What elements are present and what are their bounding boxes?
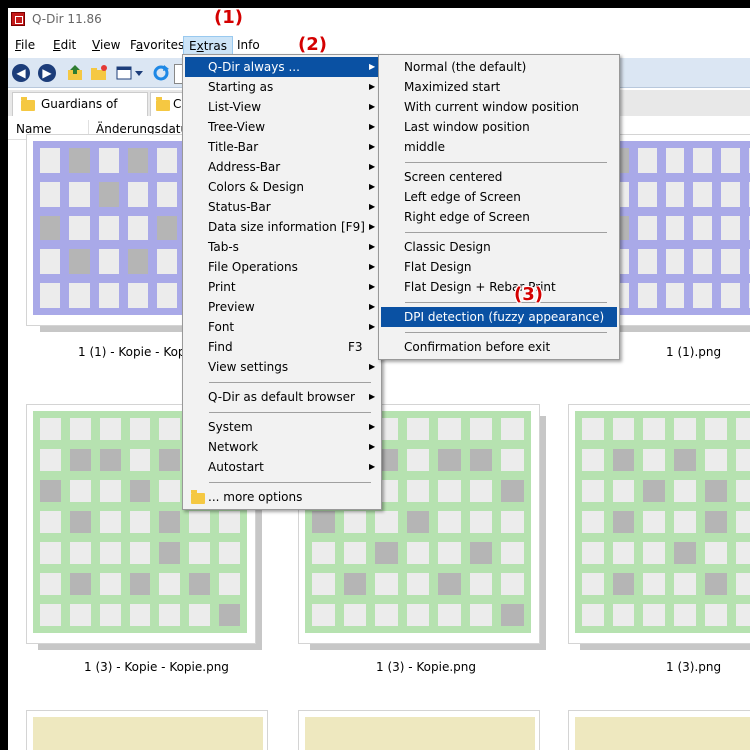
submenu-item-normal[interactable]: Normal (the default) bbox=[381, 57, 617, 77]
menu-item-view-settings[interactable]: View settings ▶ bbox=[185, 357, 379, 377]
menu-separator bbox=[405, 302, 607, 303]
submenu-item-flat-design[interactable]: Flat Design bbox=[381, 257, 617, 277]
annotation-2: (2) bbox=[298, 34, 327, 55]
file-name: 1 (3).png bbox=[666, 660, 722, 674]
submenu-item-middle[interactable]: middle bbox=[381, 137, 617, 157]
file-name: 1 (3) - Kopie - Kopie.png bbox=[84, 660, 229, 674]
menu-favorites[interactable]: Favorites bbox=[125, 36, 189, 55]
menu-item-network[interactable]: Network ▶ bbox=[185, 437, 379, 457]
window-title: Q-Dir 11.86 bbox=[32, 12, 102, 26]
forward-icon[interactable]: ▶ bbox=[38, 64, 56, 82]
menu-item-autostart[interactable]: Autostart ▶ bbox=[185, 457, 379, 477]
tab-label: C bbox=[173, 97, 182, 111]
submenu-item-current-position[interactable]: With current window position bbox=[381, 97, 617, 117]
folder-icon bbox=[156, 97, 170, 111]
menu-item-preview[interactable]: Preview ▶ bbox=[185, 297, 379, 317]
menu-item-address-bar[interactable]: Address-Bar ▶ bbox=[185, 157, 379, 177]
view-mode-icon[interactable] bbox=[116, 64, 143, 82]
menu-item-data-size[interactable]: Data size information [F9] ▶ bbox=[185, 217, 379, 237]
up-folder-icon[interactable] bbox=[66, 64, 84, 82]
submenu-item-confirm-exit[interactable]: Confirmation before exit bbox=[381, 337, 617, 357]
folder-icon bbox=[191, 490, 205, 504]
menu-separator bbox=[209, 382, 371, 383]
submenu-item-last-position[interactable]: Last window position bbox=[381, 117, 617, 137]
menu-edit[interactable]: Edit bbox=[48, 36, 81, 55]
menu-item-list-view[interactable]: List-View ▶ bbox=[185, 97, 379, 117]
menu-item-more-options[interactable]: ... more options bbox=[185, 487, 379, 507]
file-name: 1 (3) - Kopie.png bbox=[376, 660, 477, 674]
menu-item-tabs[interactable]: Tab-s ▶ bbox=[185, 237, 379, 257]
menu-item-find[interactable]: Find F3 bbox=[185, 337, 379, 357]
folder-icon bbox=[21, 97, 35, 111]
menu-bar: File Edit View Favorites Extras Info bbox=[8, 34, 750, 56]
menu-separator bbox=[405, 162, 607, 163]
submenu-item-screen-centered[interactable]: Screen centered bbox=[381, 167, 617, 187]
submenu-item-dpi-detection[interactable]: DPI detection (fuzzy appearance) bbox=[381, 307, 617, 327]
submenu-item-left-edge[interactable]: Left edge of Screen bbox=[381, 187, 617, 207]
submenu-item-right-edge[interactable]: Right edge of Screen bbox=[381, 207, 617, 227]
menu-item-system[interactable]: System ▶ bbox=[185, 417, 379, 437]
menu-separator bbox=[405, 232, 607, 233]
menu-item-starting-as[interactable]: Starting as ▶ bbox=[185, 77, 379, 97]
menu-item-status-bar[interactable]: Status-Bar ▶ bbox=[185, 197, 379, 217]
menu-separator bbox=[209, 482, 371, 483]
menu-item-font[interactable]: Font ▶ bbox=[185, 317, 379, 337]
submenu-item-classic-design[interactable]: Classic Design bbox=[381, 237, 617, 257]
menu-separator bbox=[405, 332, 607, 333]
menu-item-q-dir-always[interactable]: Q-Dir always ... ▶ bbox=[185, 57, 379, 77]
submenu-item-maximized[interactable]: Maximized start bbox=[381, 77, 617, 97]
menu-item-file-operations[interactable]: File Operations ▶ bbox=[185, 257, 379, 277]
q-dir-always-submenu: Normal (the default) Maximized start Wit… bbox=[378, 54, 620, 360]
menu-item-tree-view[interactable]: Tree-View ▶ bbox=[185, 117, 379, 137]
menu-separator bbox=[209, 412, 371, 413]
menu-info[interactable]: Info bbox=[232, 36, 265, 55]
annotation-3: (3) bbox=[514, 284, 543, 305]
menu-extras[interactable]: Extras bbox=[183, 36, 233, 55]
app-icon bbox=[11, 12, 25, 26]
back-icon[interactable]: ◀ bbox=[12, 64, 30, 82]
menu-view[interactable]: View bbox=[87, 36, 125, 55]
menu-item-title-bar[interactable]: Title-Bar ▶ bbox=[185, 137, 379, 157]
extras-menu: Q-Dir always ... ▶ Starting as ▶ List-View… bbox=[182, 54, 382, 510]
title-bar: Q-Dir 11.86 bbox=[8, 8, 750, 32]
menu-item-print[interactable]: Print ▶ bbox=[185, 277, 379, 297]
tab-guardians[interactable]: Guardians of the ... bbox=[12, 92, 148, 133]
file-name: 1 (1).png bbox=[666, 345, 722, 359]
new-folder-icon[interactable] bbox=[90, 64, 108, 82]
refresh-icon[interactable] bbox=[152, 64, 170, 82]
menu-item-colors-design[interactable]: Colors & Design ▶ bbox=[185, 177, 379, 197]
submenu-item-flat-rebar[interactable]: Flat Design + Rebar Print bbox=[381, 277, 617, 297]
annotation-1: (1) bbox=[214, 7, 243, 28]
menu-file[interactable]: File bbox=[10, 36, 40, 55]
menu-item-default-browser[interactable]: Q-Dir as default browser ▶ bbox=[185, 387, 379, 407]
